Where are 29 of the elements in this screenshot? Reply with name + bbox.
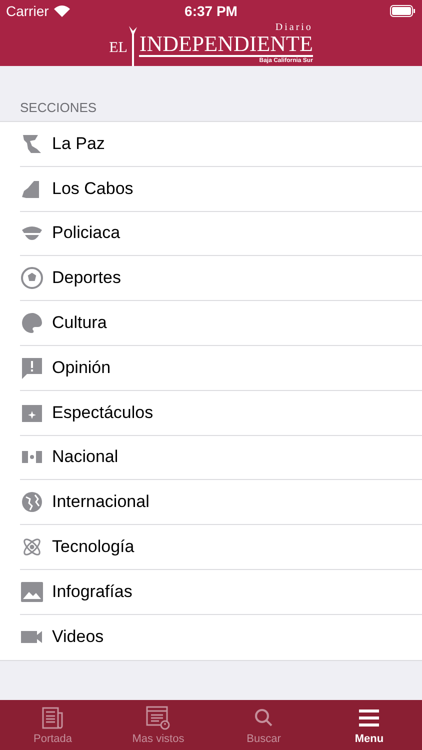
globe-icon: [20, 490, 44, 514]
carrier-name: Carrier: [6, 3, 49, 19]
logo-text: EL: [109, 40, 128, 56]
status-time: 6:37 PM: [184, 3, 238, 19]
image-icon: [20, 580, 44, 604]
section-item[interactable]: Internacional: [20, 480, 422, 526]
newspaper-icon: [40, 705, 66, 731]
section-item[interactable]: Opinión: [20, 346, 422, 391]
logo-text: Diario: [275, 22, 313, 32]
soccer-ball-icon: [20, 266, 44, 290]
comment-icon: [20, 356, 44, 380]
section-item[interactable]: Espectáculos: [20, 390, 422, 436]
section-item[interactable]: La Paz: [20, 122, 422, 167]
monument-icon: [127, 26, 140, 66]
section-item[interactable]: Videos: [20, 614, 422, 660]
wifi-icon: [54, 5, 70, 17]
logo-text: INDEPENDIENTE: [139, 32, 313, 56]
palette-icon: [20, 311, 44, 336]
list-alert-icon: [145, 705, 172, 731]
tab-item[interactable]: Menu: [316, 700, 422, 750]
section-item[interactable]: Cultura: [20, 301, 422, 346]
section-item[interactable]: Policiaca: [20, 212, 422, 256]
section-item[interactable]: Deportes: [20, 256, 422, 302]
section-item[interactable]: Nacional: [20, 436, 422, 480]
battery-icon: [390, 5, 416, 17]
section-item[interactable]: Infografías: [20, 570, 422, 615]
section-item[interactable]: Los Cabos: [20, 166, 422, 212]
section-item[interactable]: Tecnología: [20, 525, 422, 570]
section-header: SECCIONES: [19, 99, 98, 117]
